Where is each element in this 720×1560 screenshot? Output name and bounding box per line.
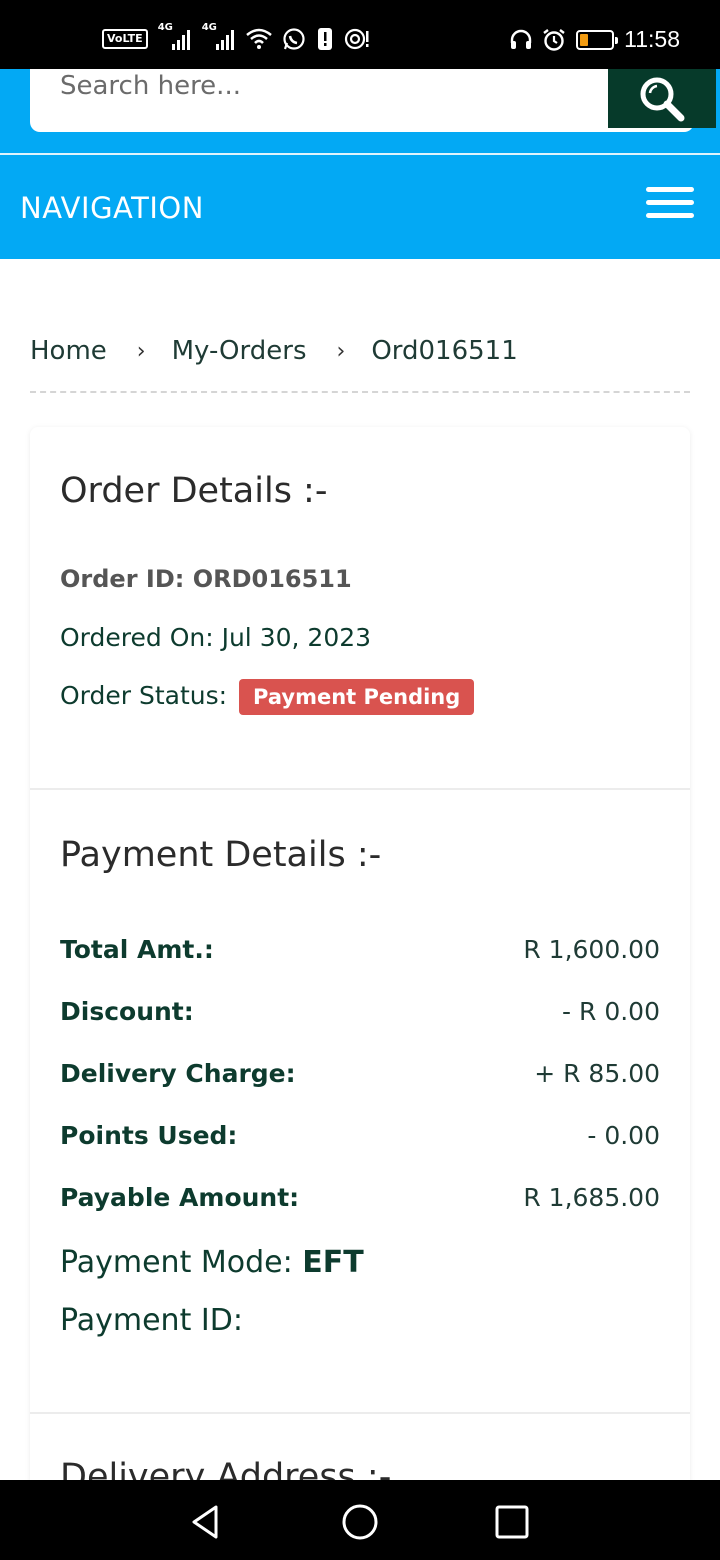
payment-row-total: Total Amt.: R 1,600.00 [60,935,660,964]
network-type-label: 4G [157,22,173,33]
nav-title: NAVIGATION [20,191,204,225]
hotspot-icon [344,28,369,50]
payment-row-label: Total Amt.: [60,935,214,964]
back-icon[interactable] [186,1502,226,1542]
order-card: Order Details :- Order ID: ORD016511 Ord… [30,427,690,1487]
status-right-icons: 11:58 [510,26,680,53]
search-button[interactable] [608,69,716,128]
chevron-right-icon: › [136,338,146,364]
order-id: Order ID: ORD016511 [60,565,352,593]
headphones-icon [510,29,532,49]
payment-row-value: + R 85.00 [534,1059,660,1088]
chevron-right-icon: › [336,338,346,364]
ordered-on-label: Ordered On: [60,623,214,652]
alert-icon [317,28,332,50]
payment-row-label: Points Used: [60,1121,238,1150]
volte-icon: VoLTE [102,29,148,49]
breadcrumb-home[interactable]: Home [30,336,107,366]
battery-icon [576,29,619,50]
section-divider [30,1412,690,1414]
section-divider [30,788,690,790]
payment-row-label: Delivery Charge: [60,1059,296,1088]
status-left-icons: VoLTE 4G 4G [102,22,370,52]
order-details-title: Order Details :- [60,471,328,511]
payment-row-discount: Discount: - R 0.00 [60,997,660,1026]
payment-row-value: - R 0.00 [562,997,660,1026]
navigation-bar: NAVIGATION [0,155,720,259]
payment-details-title: Payment Details :- [60,835,382,875]
android-navigation-bar [0,1480,720,1560]
signal-icon-2: 4G [202,22,236,52]
signal-icon: 4G [158,22,192,52]
home-icon[interactable] [340,1502,380,1542]
search-input[interactable] [60,71,580,101]
wifi-icon [245,28,272,49]
payment-row-value: - 0.00 [587,1121,660,1150]
payment-row-points-used: Points Used: - 0.00 [60,1121,660,1150]
search-icon [640,77,685,121]
breadcrumb-my-orders[interactable]: My-Orders [172,336,307,366]
search-box [30,69,716,132]
whatsapp-icon [283,28,305,50]
payment-row-delivery-charge: Delivery Charge: + R 85.00 [60,1059,660,1088]
menu-icon[interactable] [646,187,694,223]
recents-icon[interactable] [492,1502,532,1542]
payment-row-payable-amount: Payable Amount: R 1,685.00 [60,1183,660,1212]
search-header [0,69,720,153]
alarm-icon [543,28,565,51]
status-badge: Payment Pending [239,679,475,715]
clock: 11:58 [624,26,680,52]
breadcrumb: Home › My-Orders › Ord016511 [30,336,518,366]
payment-row-value: R 1,600.00 [523,935,660,964]
status-bar: VoLTE 4G 4G 11:58 [0,0,720,69]
payment-mode-value: EFT [302,1245,364,1280]
payment-row-value: R 1,685.00 [523,1183,660,1212]
order-status: Order Status: Payment Pending [60,679,475,715]
order-status-label: Order Status: [60,681,228,710]
payment-id-label: Payment ID: [60,1303,243,1338]
breadcrumb-divider [30,391,690,393]
payment-row-label: Payable Amount: [60,1183,300,1212]
payment-mode-label: Payment Mode: [60,1245,293,1280]
payment-id: Payment ID: [60,1303,243,1338]
ordered-on-value: Jul 30, 2023 [221,623,372,652]
payment-mode: Payment Mode: EFT [60,1245,364,1280]
payment-row-label: Discount: [60,997,194,1026]
ordered-on: Ordered On: Jul 30, 2023 [60,623,371,652]
network-type-label-2: 4G [201,22,217,33]
breadcrumb-current-order: Ord016511 [371,336,518,366]
